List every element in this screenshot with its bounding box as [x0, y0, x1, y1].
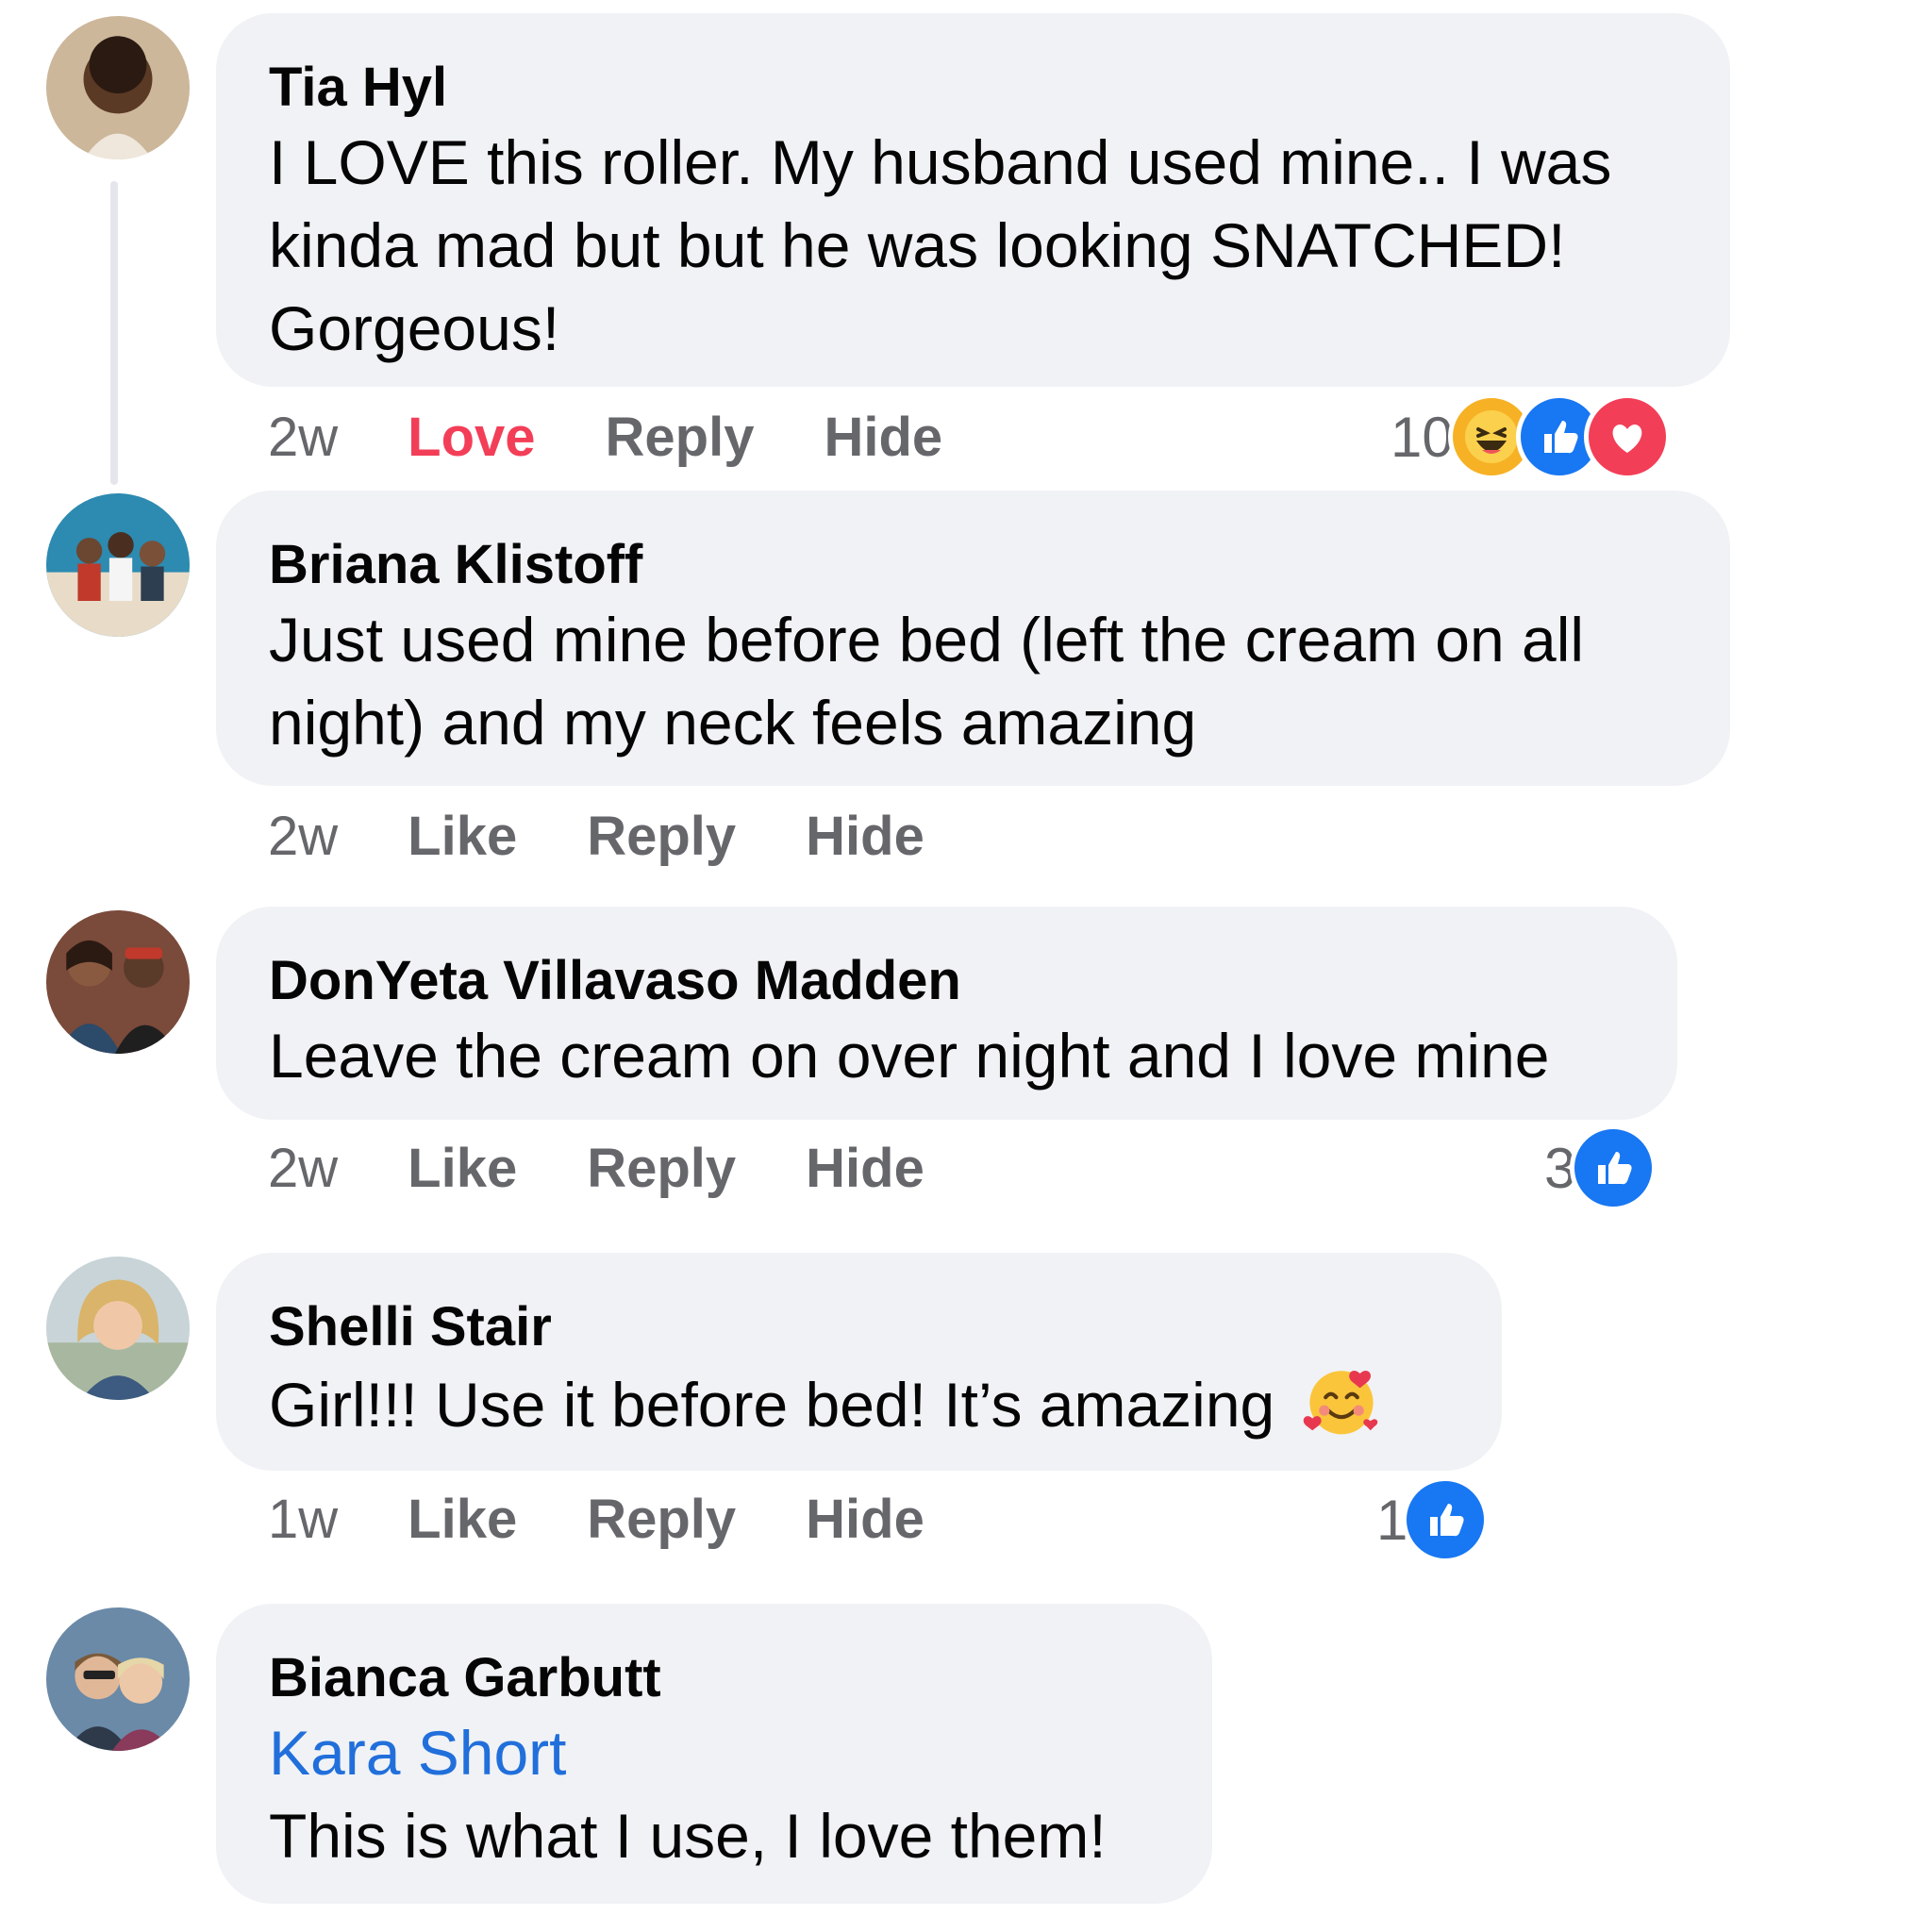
comment-text: Girl!!! Use it before bed! It’s amazing: [269, 1370, 1275, 1440]
avatar[interactable]: [46, 1257, 190, 1400]
comment-text: Leave the cream on over night and I love…: [269, 1021, 1550, 1091]
love-button[interactable]: Love: [408, 406, 535, 469]
comment-bubble: Shelli Stair Girl!!! Use it before bed! …: [216, 1253, 1502, 1471]
comment-author[interactable]: Bianca Garbutt: [269, 1645, 1159, 1711]
reaction-count: 10: [1391, 405, 1454, 469]
comment-actions: 2w Love Reply Hide: [268, 399, 1012, 475]
avatar[interactable]: [46, 1607, 190, 1751]
love-icon: [1583, 393, 1671, 480]
reaction-summary[interactable]: 10: [1391, 393, 1671, 480]
comment-bubble: Bianca Garbutt Kara Short This is what I…: [216, 1604, 1212, 1904]
reply-button[interactable]: Reply: [606, 406, 755, 469]
comment-actions: 2w Like Reply Hide: [268, 1130, 994, 1206]
reaction-summary[interactable]: 1: [1376, 1476, 1490, 1563]
reply-button[interactable]: Reply: [587, 805, 736, 868]
comment-actions: 1w Like Reply Hide: [268, 1481, 994, 1557]
comment-bubble: Tia Hyl I LOVE this roller. My husband u…: [216, 13, 1730, 387]
like-button[interactable]: Like: [408, 1488, 517, 1551]
comment-bubble: DonYeta Villavaso Madden Leave the cream…: [216, 907, 1677, 1120]
like-button[interactable]: Like: [408, 1137, 517, 1200]
like-icon: [1402, 1476, 1490, 1563]
avatar[interactable]: [46, 16, 190, 159]
comment-text: I LOVE this roller. My husband used mine…: [269, 127, 1612, 363]
like-button[interactable]: Like: [408, 805, 517, 868]
comment-timestamp[interactable]: 2w: [268, 805, 338, 868]
avatar-photo: [46, 910, 190, 1054]
avatar-photo: [46, 1607, 190, 1751]
comment-author[interactable]: DonYeta Villavaso Madden: [269, 948, 1624, 1014]
avatar[interactable]: [46, 910, 190, 1054]
comment-author[interactable]: Tia Hyl: [269, 55, 1677, 121]
reaction-summary[interactable]: 3: [1544, 1124, 1657, 1211]
avatar-photo: [46, 493, 190, 637]
comment-timestamp[interactable]: 2w: [268, 406, 338, 469]
comment-body: Kara Short This is what I use, I love th…: [269, 1711, 1159, 1877]
smiling-face-with-hearts-icon: [1303, 1371, 1377, 1435]
comment-bubble: Briana Klistoff Just used mine before be…: [216, 491, 1730, 786]
thread-line: [110, 181, 118, 485]
comment-author[interactable]: Briana Klistoff: [269, 532, 1677, 598]
avatar-photo: [46, 1257, 190, 1400]
comment-author[interactable]: Shelli Stair: [269, 1294, 1449, 1360]
comment-timestamp[interactable]: 1w: [268, 1488, 338, 1551]
comment-timestamp[interactable]: 2w: [268, 1137, 338, 1200]
avatar-photo: [46, 16, 190, 159]
mention-link[interactable]: Kara Short: [269, 1711, 1159, 1794]
reply-button[interactable]: Reply: [587, 1488, 736, 1551]
reply-button[interactable]: Reply: [587, 1137, 736, 1200]
like-icon: [1570, 1124, 1657, 1211]
hide-button[interactable]: Hide: [806, 1137, 924, 1200]
hide-button[interactable]: Hide: [806, 1488, 924, 1551]
comment-text: Just used mine before bed (left the crea…: [269, 605, 1585, 758]
hide-button[interactable]: Hide: [806, 805, 924, 868]
comment-text-line: Girl!!! Use it before bed! It’s amazing: [269, 1360, 1449, 1446]
avatar[interactable]: [46, 493, 190, 637]
comment-text: This is what I use, I love them!: [269, 1801, 1107, 1871]
hide-button[interactable]: Hide: [824, 406, 942, 469]
comment-actions: 2w Like Reply Hide: [268, 798, 994, 874]
